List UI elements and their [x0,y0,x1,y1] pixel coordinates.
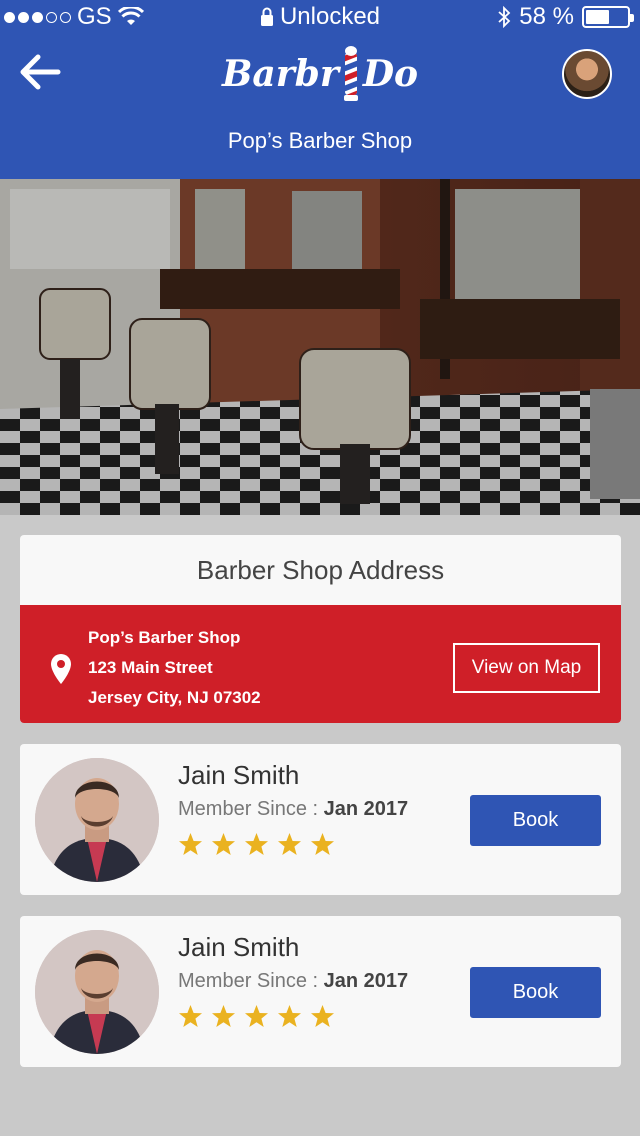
star-icon [278,1005,301,1027]
logo-text-left: Barbr [221,53,339,95]
address-street: 123 Main Street [88,658,213,677]
barber-shop-illustration [0,179,640,515]
star-icon [278,833,301,855]
member-since: Member Since : Jan 2017 [178,970,408,993]
app-logo: Barbr Do [0,44,640,104]
member-since-date: Jan 2017 [323,970,409,992]
lock-icon [260,7,273,26]
view-on-map-button[interactable]: View on Map [453,643,600,693]
barber-avatar [35,758,159,882]
address-card-heading: Barber Shop Address [196,554,445,585]
barber-pole-icon [343,46,358,101]
barber-card: Jain Smith Member Since : Jan 2017 Book [20,744,621,895]
member-since-label: Member Since : [178,798,324,820]
address-card: Barber Shop Address Pop’s Barber Shop 12… [20,535,621,723]
page-title: Pop’s Barber Shop [227,128,413,153]
member-since-label: Member Since : [178,970,324,992]
location-pin-icon [51,654,71,684]
member-since: Member Since : Jan 2017 [178,798,408,821]
star-icon [212,1005,235,1027]
star-icon [311,1005,334,1027]
user-avatar[interactable] [562,49,612,99]
barber-shop-photo [0,179,640,515]
barber-name: Jain Smith [178,932,300,962]
address-lines: Pop’s Barber Shop 123 Main Street Jersey… [88,623,261,713]
star-icon [179,1005,202,1027]
book-button[interactable]: Book [470,795,601,846]
star-icon [245,833,268,855]
battery-level [586,10,610,24]
app-header: Barbr Do Pop’s Barber Shop [0,34,640,179]
status-right: 58 % [497,3,634,31]
star-icon [245,1005,268,1027]
address-shop-name: Pop’s Barber Shop [88,628,241,647]
book-button[interactable]: Book [470,967,601,1018]
star-icon [212,833,235,855]
battery-percent: 58 % [519,3,574,30]
barber-avatar [35,930,159,1054]
star-icon [179,833,202,855]
barber-name: Jain Smith [178,760,300,790]
status-bar: GS Unlocked 58 % [0,0,640,34]
logo-text-right: Do [362,53,419,95]
bluetooth-icon [498,6,511,28]
star-rating [178,832,335,857]
address-details: Pop’s Barber Shop 123 Main Street Jersey… [20,605,621,723]
member-since-date: Jan 2017 [323,798,409,820]
battery-icon [582,6,634,28]
star-rating [178,1004,335,1029]
star-icon [311,833,334,855]
address-city: Jersey City, NJ 07302 [88,688,261,707]
lock-status-text: Unlocked [279,3,381,30]
barber-card: Jain Smith Member Since : Jan 2017 Book [20,916,621,1067]
